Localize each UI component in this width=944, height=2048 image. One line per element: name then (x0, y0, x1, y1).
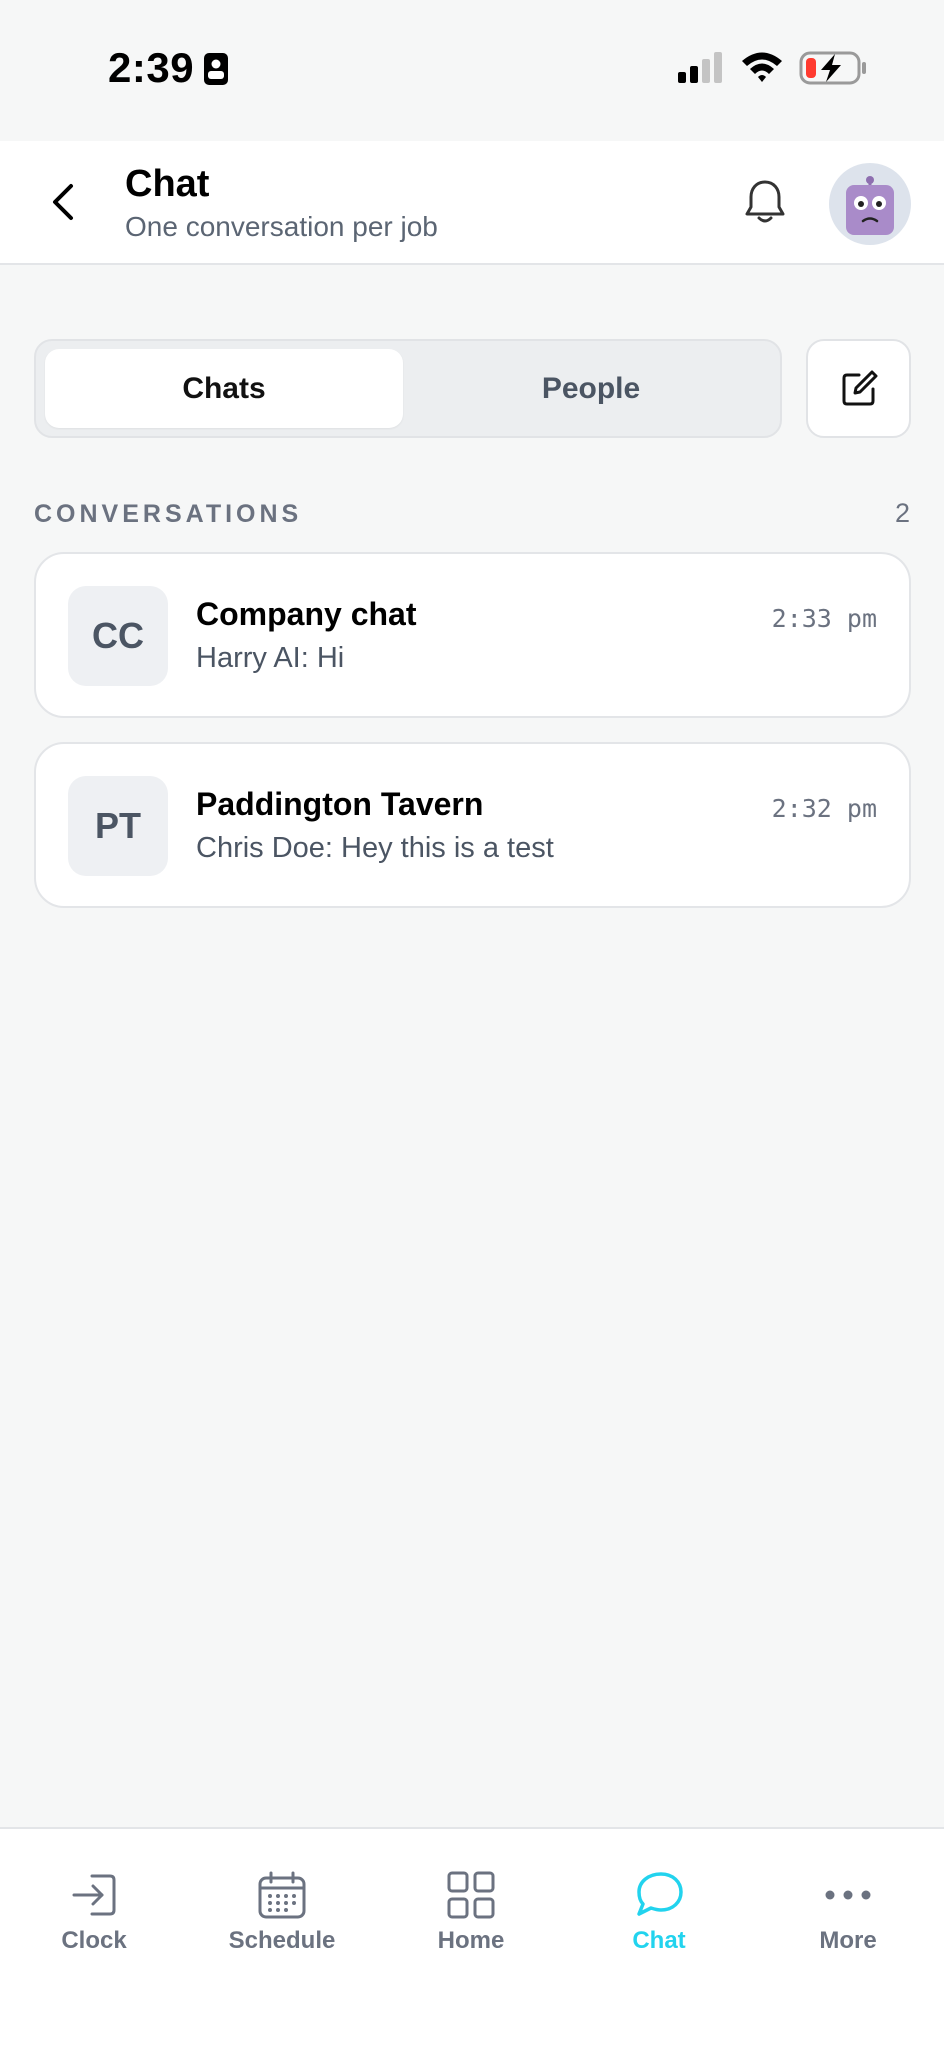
page-subtitle: One conversation per job (125, 211, 438, 242)
back-button[interactable] (38, 177, 88, 227)
chat-bubble-icon (637, 1872, 683, 1916)
clock-in-icon (72, 1874, 116, 1916)
conversation-name: Company chat (196, 596, 417, 632)
bell-icon (745, 180, 785, 223)
conversation-preview: Chris Doe: Hey this is a test (196, 832, 554, 864)
bottom-nav: Clock Schedule Home Chat More (0, 1827, 944, 2048)
chat-screen: 2:39 Chat One conversation per job Chats… (0, 0, 944, 2048)
nav-label: More (819, 1927, 877, 1954)
page-title: Chat (125, 163, 210, 205)
conversation-time: 2:32 pm (771, 794, 877, 823)
conversation-name: Paddington Tavern (196, 786, 484, 822)
cell-signal-icon (678, 52, 722, 83)
conversation-time: 2:33 pm (771, 604, 877, 633)
notifications-button[interactable] (738, 175, 792, 229)
wifi-icon (742, 52, 782, 82)
app-header: Chat One conversation per job (0, 141, 944, 265)
conversation-avatar: PT (68, 776, 168, 876)
profile-avatar[interactable] (829, 163, 911, 245)
conversation-count: 2 (894, 498, 910, 528)
nav-clock[interactable]: Clock (0, 1869, 188, 1969)
chat-people-toggle: Chats People (34, 339, 782, 438)
section-label: CONVERSATIONS (34, 500, 303, 528)
conversation-item[interactable]: CC Company chat Harry AI: Hi 2:33 pm (34, 552, 911, 718)
battery-charging-icon (799, 51, 866, 85)
sim-card-icon (204, 53, 228, 85)
more-dots-icon (825, 1890, 871, 1900)
nav-label: Schedule (228, 1927, 336, 1954)
nav-more[interactable]: More (754, 1869, 942, 1969)
nav-label: Chat (632, 1927, 686, 1954)
conversation-preview: Harry AI: Hi (196, 642, 345, 674)
compose-icon (842, 370, 877, 405)
conversation-avatar: CC (68, 586, 168, 686)
status-bar: 2:39 (0, 0, 944, 141)
nav-chat[interactable]: Chat (565, 1869, 753, 1969)
nav-schedule[interactable]: Schedule (188, 1869, 376, 1969)
nav-home[interactable]: Home (377, 1869, 565, 1969)
tab-chats[interactable]: Chats (45, 349, 403, 428)
calendar-icon (258, 1871, 306, 1919)
robot-mascot-icon (846, 176, 894, 235)
chevron-left-icon (53, 184, 73, 220)
nav-label: Home (437, 1927, 505, 1954)
new-chat-button[interactable] (806, 339, 911, 438)
conversation-item[interactable]: PT Paddington Tavern Chris Doe: Hey this… (34, 742, 911, 908)
grid-icon (447, 1871, 495, 1919)
status-time: 2:39 (108, 44, 195, 91)
tab-people[interactable]: People (412, 349, 770, 428)
nav-label: Clock (61, 1927, 127, 1954)
